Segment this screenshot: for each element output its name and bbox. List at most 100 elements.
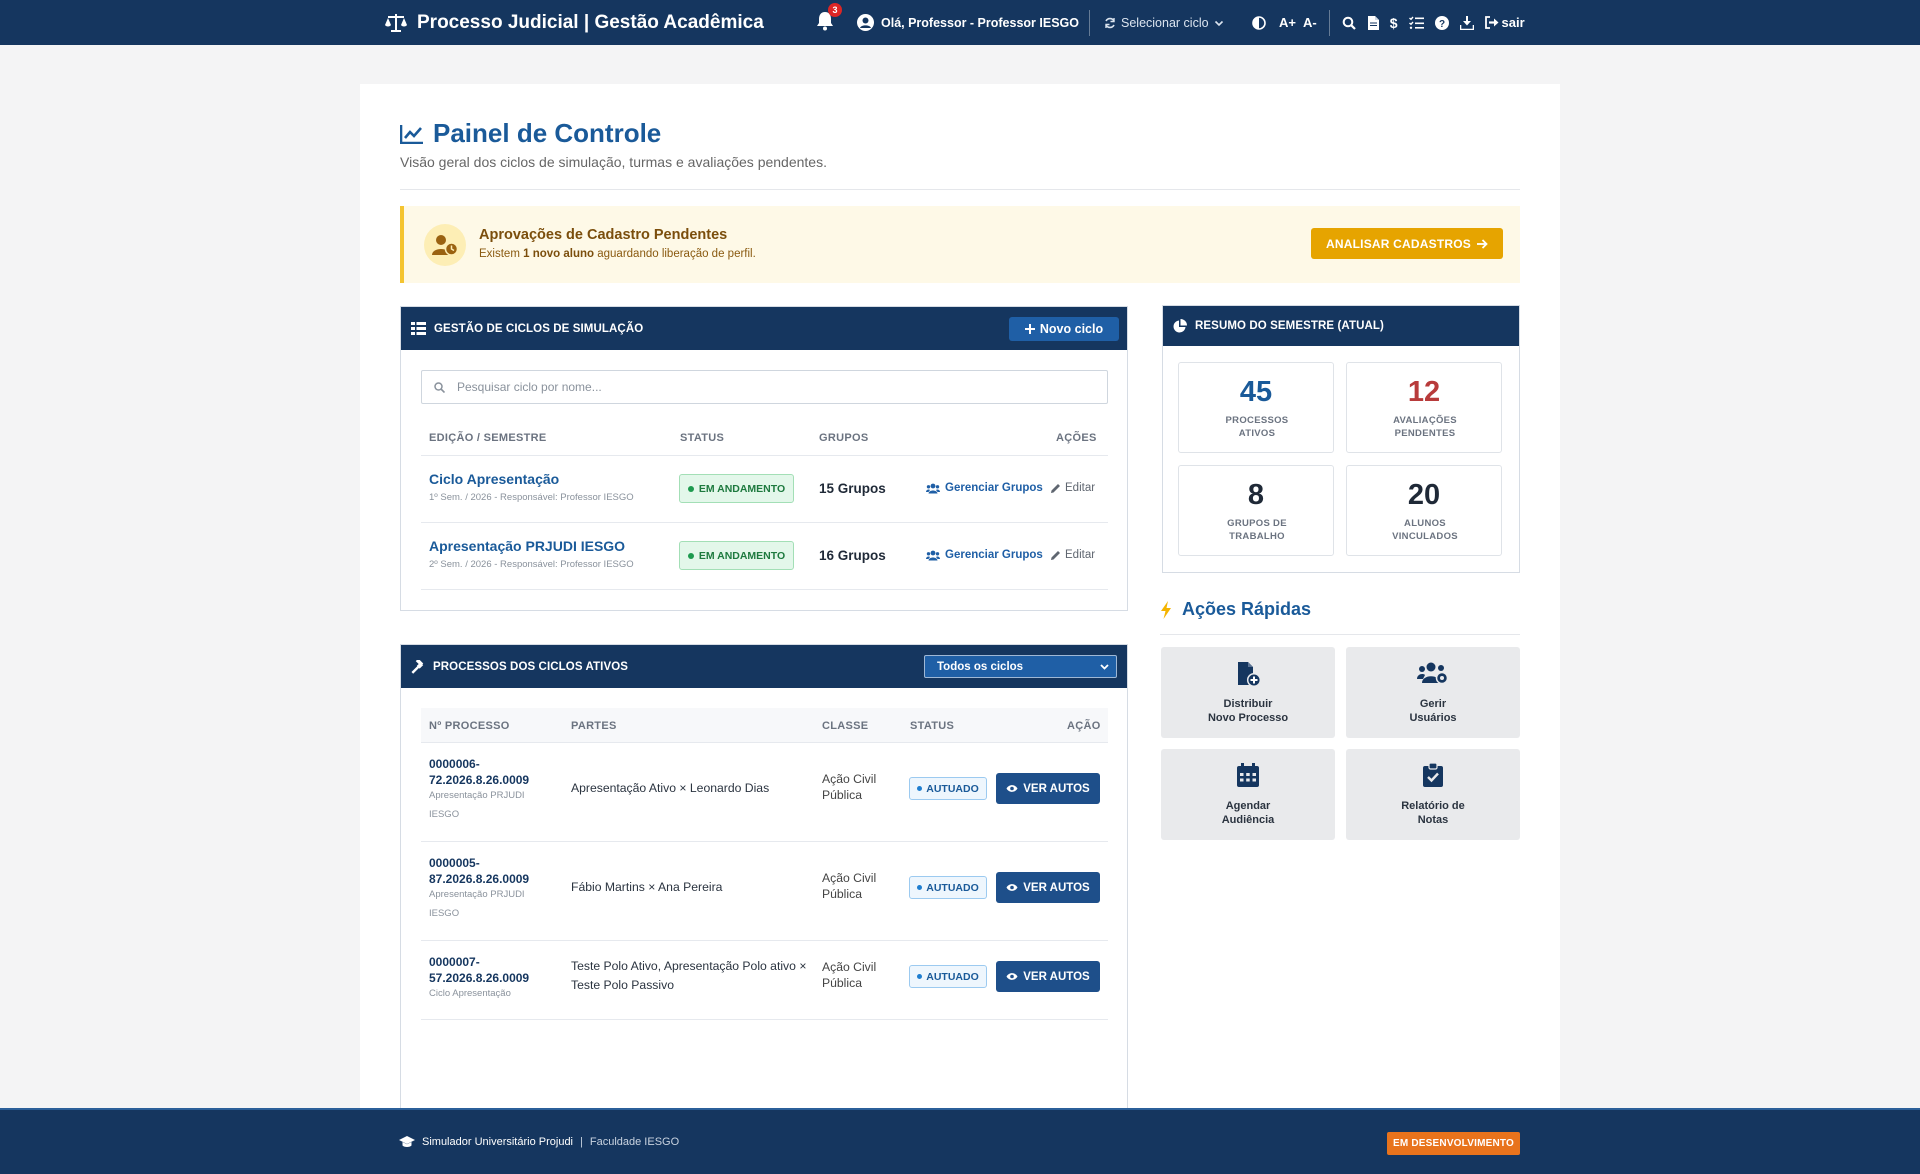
view-case-button[interactable]: VER AUTOS <box>996 961 1100 992</box>
cycle-filter-value: Todos os ciclos <box>937 660 1024 673</box>
process-class-line2: Pública <box>822 887 862 901</box>
edit-label: Editar <box>1065 549 1096 561</box>
quick-action-label: Distribuir Novo Processo <box>1161 697 1335 725</box>
table-header-divider <box>421 742 1108 743</box>
stat-value: 20 <box>1407 479 1441 511</box>
edit-link[interactable]: Editar <box>1050 482 1095 494</box>
cycle-meta: 1º Sem. / 2026 - Responsável: Professor … <box>429 492 634 503</box>
main-content: Painel de Controle Visão geral dos ciclo… <box>360 84 1560 1128</box>
calendar-icon <box>1161 763 1335 787</box>
process-class-line1: Ação Civil <box>822 772 877 786</box>
svg-text:?: ? <box>1438 19 1444 30</box>
search-icon[interactable] <box>1342 16 1356 30</box>
row-divider <box>421 940 1108 941</box>
chart-line-icon <box>400 124 424 144</box>
user-circle-icon <box>857 14 874 31</box>
process-number[interactable]: 0000005- 87.2026.8.26.0009 <box>429 855 529 887</box>
quick-action-label: Relatório de Notas <box>1346 799 1520 827</box>
view-case-button[interactable]: VER AUTOS <box>996 872 1100 903</box>
status-dot <box>687 485 694 492</box>
analyze-registrations-button[interactable]: ANALISAR CADASTROS <box>1311 228 1503 259</box>
grades-report-button[interactable]: Relatório de Notas <box>1346 749 1520 840</box>
lightning-icon <box>1160 600 1172 619</box>
quick-actions-title-text: Ações Rápidas <box>1182 599 1312 619</box>
cycle-search-input[interactable] <box>457 380 1057 394</box>
cycle-selector[interactable]: Selecionar ciclo <box>1104 0 1224 45</box>
processes-panel-header: PROCESSOS DOS CICLOS ATIVOS Todos os cic… <box>401 645 1127 688</box>
edit-link[interactable]: Editar <box>1050 549 1095 561</box>
process-number[interactable]: 0000006- 72.2026.8.26.0009 <box>429 756 529 788</box>
sign-out-icon <box>1484 16 1499 29</box>
quick-action-label-line2: Notas <box>1417 814 1449 826</box>
stat-label: AVALIAÇÕES PENDENTES <box>1367 415 1483 440</box>
quick-action-label: Gerir Usuários <box>1346 697 1520 725</box>
quick-action-label-line1: Distribuir <box>1223 698 1273 710</box>
process-number[interactable]: 0000007- 57.2026.8.26.0009 <box>429 954 529 986</box>
download-icon[interactable] <box>1459 15 1474 30</box>
active-processes-panel: PROCESSOS DOS CICLOS ATIVOS Todos os cic… <box>400 644 1128 1128</box>
notification-badge: 3 <box>828 3 842 17</box>
eye-icon <box>1006 972 1018 981</box>
status-badge-label: EM ANDAMENTO <box>698 549 786 562</box>
chevron-down-icon <box>1099 661 1110 672</box>
manage-users-button[interactable]: Gerir Usuários <box>1346 647 1520 738</box>
sync-icon <box>1104 17 1116 29</box>
stat-value: 12 <box>1407 376 1441 408</box>
logout-button[interactable]: sair <box>1484 15 1525 30</box>
cycle-filter-select[interactable]: Todos os ciclos <box>924 655 1117 678</box>
list-check-icon[interactable] <box>1408 16 1424 29</box>
view-case-button[interactable]: VER AUTOS <box>996 773 1100 804</box>
cycle-name-link[interactable]: Apresentação PRJUDI IESGO <box>429 538 625 554</box>
column-header-edition: EDIÇÃO / SEMESTRE <box>429 432 547 444</box>
status-badge: AUTUADO <box>909 777 987 800</box>
stat-card-pending-evaluations: 12 AVALIAÇÕES PENDENTES <box>1346 362 1502 453</box>
cycles-panel-title: GESTÃO DE CICLOS DE SIMULAÇÃO <box>434 322 644 335</box>
top-navbar: Processo Judicial | Gestão Acadêmica 3 O… <box>0 0 1920 45</box>
users-icon <box>926 483 940 494</box>
font-decrease-button[interactable]: A- <box>1303 15 1317 30</box>
view-case-label: VER AUTOS <box>1023 782 1090 795</box>
footer-institution: Faculdade IESGO <box>589 1136 680 1148</box>
process-parties: Teste Polo Ativo, Apresentação Polo ativ… <box>571 957 806 995</box>
footer-credits: Simulador Universitário Projudi | Faculd… <box>399 1136 679 1148</box>
dollar-icon[interactable]: $ <box>1390 15 1398 31</box>
brand[interactable]: Processo Judicial | Gestão Acadêmica <box>384 0 764 45</box>
view-case-label: VER AUTOS <box>1023 881 1090 894</box>
app-title: Processo Judicial | Gestão Acadêmica <box>417 11 764 33</box>
process-cycle: Apresentação PRJUDI IESGO <box>429 786 525 824</box>
processes-panel-title: PROCESSOS DOS CICLOS ATIVOS <box>433 660 629 673</box>
page-title-text: Painel de Controle <box>433 118 662 148</box>
cycle-meta: 2º Sem. / 2026 - Responsável: Professor … <box>429 559 634 570</box>
process-class-line2: Pública <box>822 788 862 802</box>
tasks-icon <box>411 322 426 335</box>
row-divider <box>421 589 1108 590</box>
contrast-icon[interactable] <box>1252 15 1266 30</box>
table-header-divider <box>421 455 1108 456</box>
cycle-search-field[interactable] <box>421 370 1108 404</box>
user-menu[interactable]: Olá, Professor - Professor IESGO <box>857 0 1079 45</box>
distribute-process-button[interactable]: Distribuir Novo Processo <box>1161 647 1335 738</box>
quick-actions-title: Ações Rápidas <box>1160 599 1311 620</box>
schedule-hearing-button[interactable]: Agendar Audiência <box>1161 749 1335 840</box>
process-cycle: Apresentação PRJUDI IESGO <box>429 885 525 923</box>
font-increase-button[interactable]: A+ <box>1279 15 1296 30</box>
new-cycle-button[interactable]: Novo ciclo <box>1009 317 1119 341</box>
process-number-line1: 0000006- <box>429 757 480 771</box>
semester-summary-panel: RESUMO DO SEMESTRE (ATUAL) 45 PROCESSOS A… <box>1162 305 1520 573</box>
search-icon <box>434 381 445 393</box>
cycle-name-link[interactable]: Ciclo Apresentação <box>429 471 559 487</box>
stat-label-line1: GRUPOS DE <box>1227 518 1287 529</box>
row-divider <box>421 841 1108 842</box>
status-badge: EM ANDAMENTO <box>679 474 794 503</box>
row-divider <box>421 522 1108 523</box>
tools-divider <box>1328 9 1330 36</box>
process-class-line2: Pública <box>822 976 862 990</box>
manage-groups-link[interactable]: Gerenciar Grupos <box>926 482 1043 494</box>
column-header-action: AÇÃO <box>1067 720 1101 732</box>
help-icon[interactable]: ? <box>1434 15 1449 30</box>
document-icon[interactable] <box>1367 15 1379 30</box>
users-icon <box>926 550 940 561</box>
manage-groups-label: Gerenciar Grupos <box>945 482 1043 494</box>
quick-actions-divider <box>1160 634 1520 635</box>
manage-groups-link[interactable]: Gerenciar Grupos <box>926 549 1043 561</box>
